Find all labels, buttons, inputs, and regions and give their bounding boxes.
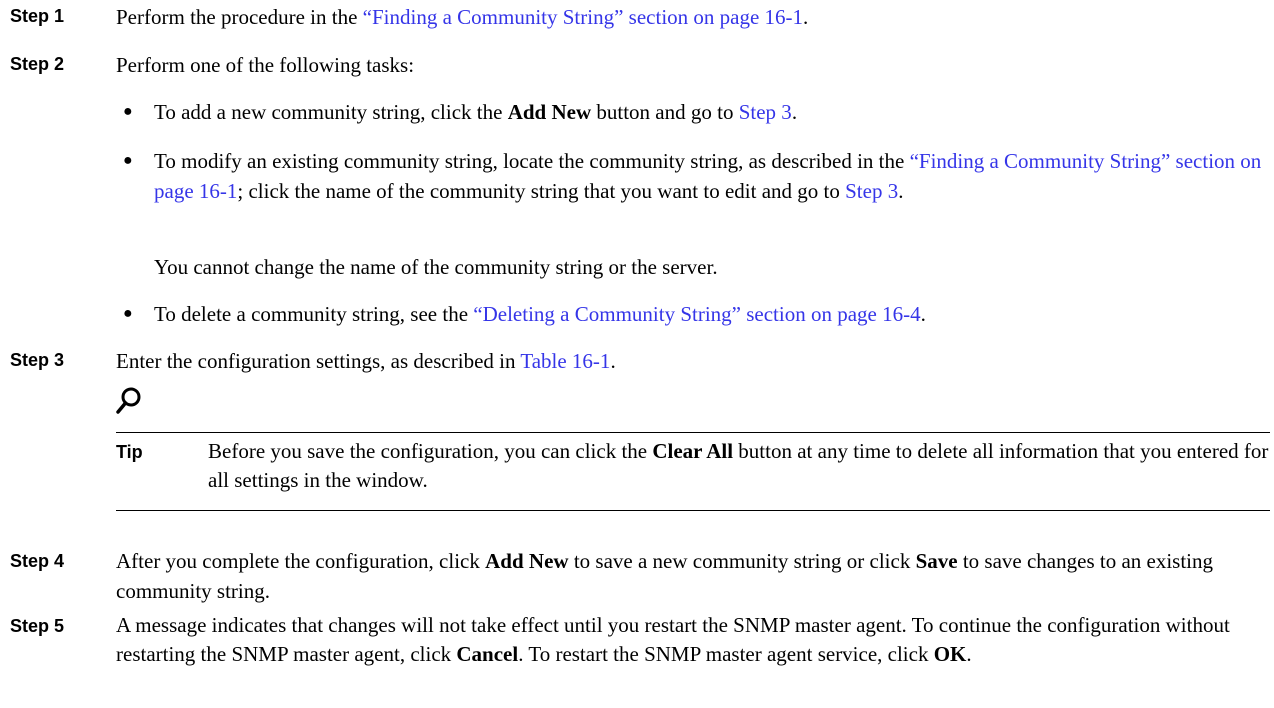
step-5-label: Step 5 — [10, 616, 65, 636]
step-2-text: Perform one of the following tasks: — [116, 53, 415, 77]
b1-t2: button and go to — [591, 100, 739, 124]
s5-b1: Cancel — [456, 642, 519, 666]
step-4-label: Step 4 — [10, 551, 65, 571]
finding-community-string-link[interactable]: “Finding a Community String” section on … — [363, 5, 803, 29]
step-4-text: After you complete the configuration, cl… — [116, 546, 1270, 606]
deleting-community-string-link[interactable]: “Deleting a Community String” section on… — [473, 302, 920, 326]
b3-t2: . — [920, 302, 926, 326]
bullet-modify: To modify an existing community string, … — [154, 146, 1269, 206]
s5-t2: . To restart the SNMP master agent servi… — [518, 642, 934, 666]
step-3-link-2[interactable]: Step 3 — [845, 179, 898, 203]
step-3-link[interactable]: Step 3 — [739, 100, 792, 124]
s5-b2: OK — [933, 642, 967, 666]
b1-t3: . — [791, 100, 798, 124]
magnifier-icon — [116, 387, 141, 414]
s3-t1: Enter the configuration settings, as des… — [116, 349, 521, 373]
table-16-1-link[interactable]: Table 16-1 — [520, 349, 610, 373]
bullet-add-new: To add a new community string, click the… — [154, 97, 1269, 127]
step-1-text: Perform the procedure in the “Finding a … — [116, 2, 808, 32]
s3-t2: . — [610, 349, 616, 373]
b2-t1: To modify an existing community string, … — [154, 149, 910, 173]
step-1-t2: . — [803, 5, 809, 29]
step-2-label: Step 2 — [10, 54, 65, 74]
s4-t2: to save a new community string or click — [568, 549, 916, 573]
s4-b1: Add New — [485, 549, 569, 573]
tip-bold: Clear All — [652, 439, 734, 463]
bullet-modify-note: You cannot change the name of the commun… — [154, 255, 718, 279]
b2-t2: ; click the name of the community string… — [237, 179, 846, 203]
step-1-label: Step 1 — [10, 6, 65, 26]
tip-bottom-rule — [116, 510, 1270, 511]
step-3-label: Step 3 — [10, 350, 65, 370]
tip-top-rule — [116, 432, 1270, 433]
step-1-t1: Perform the procedure in the — [116, 5, 363, 29]
tip-text: Before you save the configuration, you c… — [208, 437, 1270, 495]
bullet-dot: ● — [123, 103, 133, 120]
step-3-text: Enter the configuration settings, as des… — [116, 346, 616, 376]
bullet-dot: ● — [123, 305, 133, 322]
step-5-text: A message indicates that changes will no… — [116, 611, 1270, 669]
tip-label: Tip — [116, 442, 143, 462]
b2-t3: . — [898, 179, 904, 203]
s4-b2: Save — [915, 549, 958, 573]
bullet-dot: ● — [123, 152, 133, 169]
b3-t1: To delete a community string, see the — [154, 302, 474, 326]
tip-t1: Before you save the configuration, you c… — [208, 439, 653, 463]
b1-t1: To add a new community string, click the — [154, 100, 508, 124]
bullet-delete: To delete a community string, see the “D… — [154, 299, 1269, 329]
s5-t3: . — [966, 642, 972, 666]
b1-bold: Add New — [507, 100, 592, 124]
s4-t1: After you complete the configuration, cl… — [116, 549, 486, 573]
